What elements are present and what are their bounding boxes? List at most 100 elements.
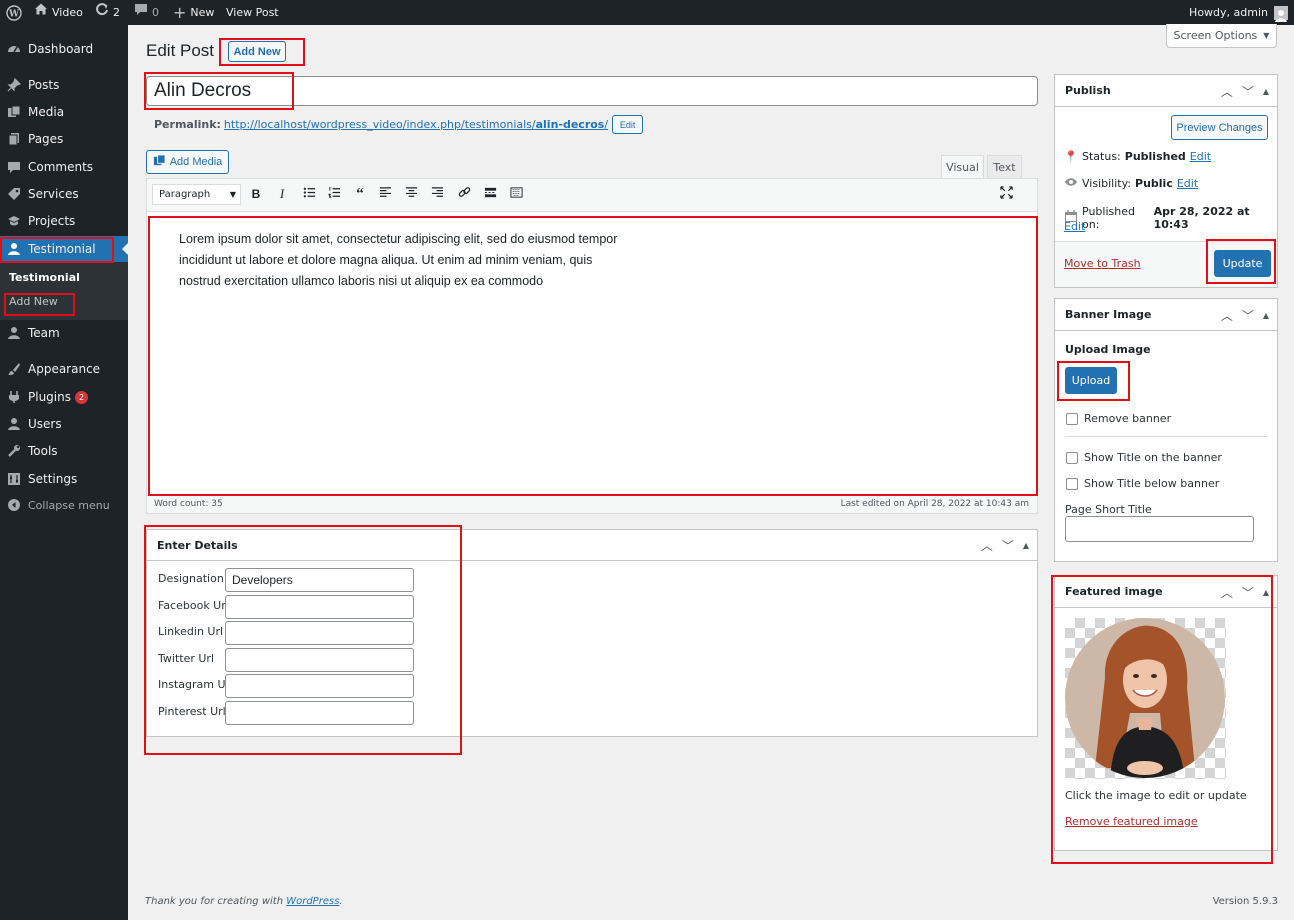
chevron-up-icon[interactable]: ︿ <box>981 537 993 554</box>
italic-button[interactable]: I <box>273 185 291 203</box>
bullet-list-button[interactable] <box>300 185 318 203</box>
chevron-down-icon[interactable]: ﹀ <box>1242 307 1254 324</box>
fullscreen-button[interactable] <box>997 185 1015 203</box>
chevron-down-icon[interactable]: ﹀ <box>1002 537 1014 554</box>
details-field-input[interactable] <box>225 568 414 592</box>
tab-text[interactable]: Text <box>987 155 1022 179</box>
enter-details-title: Enter Details <box>157 538 238 552</box>
sidebar-item-settings[interactable]: Settings <box>0 466 128 492</box>
sidebar-item-team[interactable]: Team <box>0 320 128 346</box>
comments-icon <box>0 160 28 174</box>
comments-link[interactable]: 0 <box>134 0 159 25</box>
sidebar-item-tools[interactable]: Tools <box>0 438 128 464</box>
enter-details-header[interactable]: Enter Details <box>147 530 1037 561</box>
permalink-label: Permalink: <box>154 118 221 131</box>
wordpress-logo-icon[interactable]: W <box>6 0 22 25</box>
toolbar-toggle-button[interactable] <box>507 185 525 203</box>
insert-link-button[interactable] <box>455 185 473 203</box>
bold-button[interactable]: B <box>247 185 265 203</box>
remove-featured-image-link[interactable]: Remove featured image <box>1065 815 1198 828</box>
site-name-link[interactable]: Video <box>34 0 83 25</box>
chevron-up-icon[interactable]: ︿ <box>1221 307 1233 324</box>
sidebar-label-team: Team <box>28 326 60 340</box>
numbered-list-button[interactable] <box>325 185 343 203</box>
show-title-on-checkbox[interactable] <box>1066 451 1078 464</box>
sidebar-item-plugins[interactable]: Plugins 2 <box>0 384 128 410</box>
toggle-panel-icon[interactable]: ▲ <box>1023 541 1029 550</box>
wordpress-link[interactable]: WordPress <box>286 896 339 907</box>
details-field-label: Twitter Url <box>158 651 214 665</box>
details-field-input[interactable] <box>225 701 414 725</box>
read-more-button[interactable] <box>481 185 499 203</box>
upload-button[interactable]: Upload <box>1065 367 1117 394</box>
edit-status-link[interactable]: Edit <box>1190 150 1211 163</box>
chevron-down-icon[interactable]: ﹀ <box>1242 83 1254 100</box>
toggle-panel-icon[interactable]: ▲ <box>1263 311 1269 320</box>
post-title-input[interactable]: Alin Decros <box>146 76 1038 106</box>
paintbrush-icon <box>0 362 28 376</box>
permalink-trail: / <box>604 118 609 131</box>
chevron-down-icon[interactable]: ﹀ <box>1242 584 1254 601</box>
permalink-link[interactable]: http://localhost/wordpress_video/index.p… <box>224 118 608 131</box>
add-media-button[interactable]: Add Media <box>146 150 229 174</box>
collapse-menu-button[interactable]: Collapse menu <box>0 492 128 518</box>
screen-options-button[interactable]: Screen Options ▼ <box>1166 24 1277 48</box>
numbered-list-icon <box>327 186 341 202</box>
remove-banner-checkbox[interactable] <box>1066 412 1078 425</box>
align-right-button[interactable] <box>428 185 446 203</box>
submenu-item-testimonial[interactable]: Testimonial <box>9 271 80 284</box>
toggle-panel-icon[interactable]: ▲ <box>1263 87 1269 96</box>
sidebar-item-appearance[interactable]: Appearance <box>0 356 128 382</box>
details-field-input[interactable] <box>225 647 414 672</box>
my-account-link[interactable]: Howdy, admin <box>1189 0 1288 25</box>
page-short-title-input[interactable] <box>1065 516 1254 542</box>
move-to-trash-link[interactable]: Move to Trash <box>1064 257 1141 270</box>
published-value: Apr 28, 2022 at 10:43 <box>1153 205 1250 231</box>
edit-date-link[interactable]: Edit <box>1064 220 1085 233</box>
format-select[interactable]: Paragraph ▼ <box>152 184 241 205</box>
details-field-input[interactable] <box>225 594 414 619</box>
align-left-button[interactable] <box>376 185 394 203</box>
add-new-button[interactable]: Add New <box>228 41 286 62</box>
sidebar-item-testimonial[interactable]: Testimonial <box>0 236 128 262</box>
sidebar-item-projects[interactable]: Projects <box>0 208 128 234</box>
upload-image-heading: Upload Image <box>1065 343 1151 356</box>
edit-visibility-link[interactable]: Edit <box>1177 177 1198 190</box>
toggle-panel-icon[interactable]: ▲ <box>1263 588 1269 597</box>
sidebar-item-dashboard[interactable]: Dashboard <box>0 36 128 62</box>
chevron-up-icon[interactable]: ︿ <box>1221 83 1233 100</box>
content-line: Lorem ipsum dolor sit amet, consectetur … <box>179 232 618 246</box>
view-post-link[interactable]: View Post <box>226 0 279 25</box>
show-title-below-label: Show Title below banner <box>1084 477 1220 490</box>
details-field-input[interactable] <box>225 621 414 646</box>
sidebar-item-services[interactable]: Services <box>0 181 128 207</box>
editor-status-bar: Word count: 35 Last edited on April 28, … <box>147 495 1037 513</box>
blockquote-button[interactable]: “ <box>351 185 369 203</box>
details-field-input[interactable] <box>225 674 414 699</box>
editor-content[interactable]: Lorem ipsum dolor sit amet, consectetur … <box>150 218 1036 494</box>
sidebar-item-comments[interactable]: Comments <box>0 154 128 180</box>
sidebar-label-users: Users <box>28 417 62 431</box>
pages-icon <box>0 132 28 146</box>
show-title-below-checkbox[interactable] <box>1066 477 1078 490</box>
align-center-button[interactable] <box>402 185 420 203</box>
sidebar-item-media[interactable]: Media <box>0 99 128 125</box>
tab-visual[interactable]: Visual <box>941 155 984 179</box>
update-button[interactable]: Update <box>1214 250 1271 277</box>
permalink-base: http://localhost/wordpress_video/index.p… <box>223 118 536 131</box>
edit-permalink-button[interactable]: Edit <box>612 115 644 134</box>
user-icon <box>0 326 28 340</box>
published-on-row: Published on: Apr 28, 2022 at 10:43 <box>1064 205 1277 231</box>
show-title-below-row: Show Title below banner <box>1066 477 1219 490</box>
updates-link[interactable]: 2 <box>95 0 120 25</box>
preview-changes-button[interactable]: Preview Changes <box>1171 115 1268 140</box>
chevron-up-icon[interactable]: ︿ <box>1221 584 1233 601</box>
sidebar-item-users[interactable]: Users <box>0 411 128 437</box>
featured-image-thumbnail[interactable] <box>1065 618 1226 779</box>
submenu-item-add-new[interactable]: Add New <box>9 295 58 308</box>
sidebar-item-pages[interactable]: Pages <box>0 126 128 152</box>
remove-banner-label: Remove banner <box>1084 412 1172 425</box>
new-content-link[interactable]: + New <box>173 0 214 25</box>
sidebar-item-posts[interactable]: Posts <box>0 72 128 98</box>
pin-icon: 📍 <box>1064 150 1078 163</box>
